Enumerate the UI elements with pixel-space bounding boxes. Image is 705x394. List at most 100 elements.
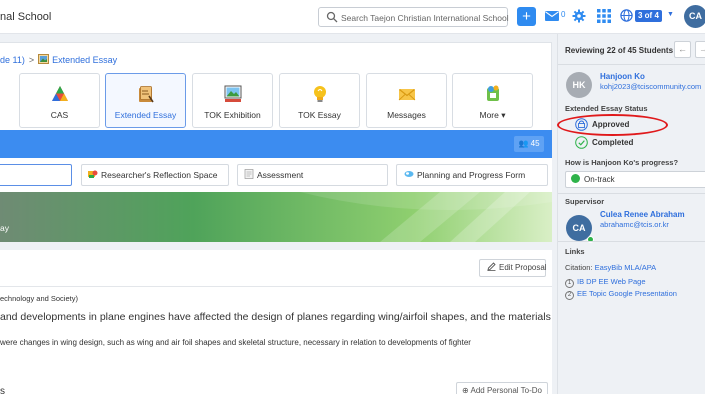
search-icon [326, 11, 338, 23]
envelope-icon [398, 89, 415, 101]
divider [558, 193, 705, 194]
link-label: EE Topic Google Presentation [577, 289, 677, 298]
student-count: 45 [530, 139, 540, 148]
tab-label: Assessment [257, 170, 304, 180]
reviewing-count: Reviewing 22 of 45 Students [565, 46, 674, 55]
banner-title: ay [0, 223, 9, 233]
tab-assessment[interactable]: Assessment [237, 164, 388, 186]
link-ib-dp-ee[interactable]: 1 IB DP EE Web Page [565, 277, 646, 288]
breadcrumb-parent[interactable]: de 11) [0, 55, 25, 65]
assessment-icon [244, 169, 254, 179]
divider [558, 241, 705, 242]
proposal-description: were changes in wing design, such as win… [0, 338, 471, 347]
highlight-ring [557, 114, 668, 136]
essay-banner-image: ay [0, 192, 552, 242]
supervisor-label: Supervisor [565, 197, 605, 206]
more-apps-icon [486, 85, 499, 101]
tile-label: Messages [387, 110, 426, 120]
subject-text: echnology and Society) [0, 294, 78, 303]
section-heading: s [0, 386, 5, 394]
add-personal-todo-button[interactable]: ⊕ Add Personal To-Do [456, 382, 548, 394]
school-switch-badge: 3 of 4 [635, 10, 662, 22]
globe-icon [620, 9, 633, 22]
essay-header-bar: 👥 45 [0, 130, 552, 158]
edit-proposal-label: Edit Proposal [499, 263, 547, 272]
student-avatar: HK [566, 72, 592, 98]
citation-link[interactable]: EasyBib MLA/APA [595, 263, 657, 272]
school-name[interactable]: nal School [0, 11, 51, 23]
tab-label: Planning and Progress Form [417, 170, 526, 180]
tile-label: TOK Essay [298, 110, 341, 120]
tile-tok-essay[interactable]: TOK Essay [279, 73, 360, 128]
search-placeholder: Search Taejon Christian International Sc… [341, 13, 509, 23]
link-number: 2 [565, 291, 574, 300]
tile-label: More ▾ [479, 110, 506, 120]
tile-more[interactable]: More ▾ [452, 73, 533, 128]
prev-student-button[interactable]: ← [674, 41, 691, 58]
top-bar: nal School Search Taejon Christian Inter… [0, 0, 705, 34]
tile-label: Extended Essay [114, 110, 177, 120]
tile-label: TOK Exhibition [204, 110, 261, 120]
status-label: Extended Essay Status [565, 104, 648, 113]
link-label: IB DP EE Web Page [577, 277, 646, 286]
status-completed-label: Completed [592, 138, 634, 147]
navigation-panel: de 11) > Extended Essay CAS Extended Essay… [0, 42, 552, 140]
user-avatar[interactable]: CA [684, 5, 705, 28]
divider [0, 286, 552, 287]
next-student-button[interactable]: → [695, 41, 705, 58]
link-number: 1 [565, 279, 574, 288]
divider [558, 64, 705, 65]
citation-link-row: Citation: EasyBib MLA/APA [565, 263, 656, 272]
edit-proposal-button[interactable]: Edit Proposal [479, 259, 547, 277]
proposal-section: Edit Proposal echnology and Society) and… [0, 250, 552, 394]
cas-triangle-icon [51, 86, 68, 101]
school-switcher[interactable]: 3 of 4 ▼ [620, 8, 675, 25]
review-sidebar: Reviewing 22 of 45 Students ← → HK Hanjo… [557, 34, 705, 394]
tile-extended-essay[interactable]: Extended Essay [105, 73, 186, 128]
chevron-down-icon: ▼ [667, 11, 674, 18]
tile-tok-exhibition[interactable]: TOK Exhibition [192, 73, 273, 128]
citation-prefix: Citation: [565, 263, 593, 272]
lightbulb-icon [313, 86, 326, 102]
extended-essay-icon [38, 54, 50, 64]
student-count-badge[interactable]: 👥 45 [514, 136, 544, 152]
planning-icon [404, 171, 414, 177]
student-email[interactable]: kohj2023@tciscommunity.com [600, 82, 701, 91]
banner-graphic [0, 192, 552, 242]
tile-label: CAS [50, 110, 69, 120]
todo-label: Add Personal To-Do [470, 386, 542, 394]
exhibition-icon [224, 85, 241, 102]
gear-icon[interactable] [572, 9, 586, 23]
status-dot [571, 174, 580, 183]
breadcrumb-current[interactable]: Extended Essay [52, 55, 117, 65]
tab-label: Researcher's Reflection Space [101, 170, 218, 180]
mail-count: 0 [561, 10, 566, 19]
mail-icon[interactable] [545, 11, 559, 21]
main-content: de 11) > Extended Essay CAS Extended Essay… [0, 34, 557, 394]
tab-selected[interactable] [0, 164, 72, 186]
tab-researchers-reflection[interactable]: Researcher's Reflection Space [81, 164, 229, 186]
status-completed[interactable]: Completed [575, 136, 634, 149]
progress-value: On-track [584, 175, 615, 184]
tile-cas[interactable]: CAS [19, 73, 100, 128]
student-name[interactable]: Hanjoon Ko [600, 72, 645, 81]
extended-essay-icon [138, 86, 154, 103]
tile-messages[interactable]: Messages [366, 73, 447, 128]
check-circle-icon [575, 136, 588, 149]
progress-select[interactable]: On-track [565, 171, 705, 188]
supervisor-name[interactable]: Culea Renee Abraham [600, 210, 685, 219]
users-icon: 👥 [518, 139, 531, 148]
research-question: and developments in plane engines have a… [0, 311, 551, 323]
link-ee-topic-presentation[interactable]: 2 EE Topic Google Presentation [565, 289, 677, 300]
tab-planning-progress-form[interactable]: Planning and Progress Form [396, 164, 548, 186]
add-button[interactable]: + [517, 7, 536, 26]
links-label: Links [565, 247, 585, 256]
section-tabs: Researcher's Reflection Space Assessment… [0, 158, 552, 192]
add-icon: ⊕ [462, 386, 471, 394]
breadcrumb: de 11) > Extended Essay [0, 54, 117, 65]
breadcrumb-separator: > [28, 55, 35, 65]
search-input[interactable]: Search Taejon Christian International Sc… [318, 7, 509, 27]
reflection-icon [88, 170, 98, 178]
apps-grid-icon[interactable] [597, 9, 611, 23]
supervisor-email[interactable]: abrahamc@tcis.or.kr [600, 220, 669, 229]
